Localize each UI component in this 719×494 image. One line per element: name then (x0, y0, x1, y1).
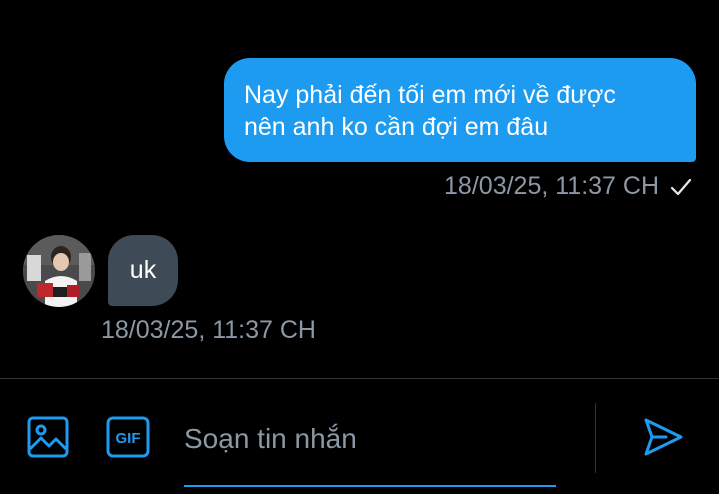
outgoing-message-line-2: nên anh ko cần đợi em đâu (244, 113, 549, 141)
incoming-message-text: uk (129, 256, 157, 284)
gif-label: GIF (116, 430, 141, 447)
message-thread: Nay phải đến tối em mới về được nên anh … (0, 0, 719, 378)
image-button[interactable] (26, 415, 70, 459)
gif-icon: GIF (106, 416, 150, 458)
check-icon (670, 178, 692, 195)
send-icon (644, 418, 683, 456)
outgoing-message-line-1: Nay phải đến tối em mới về được (244, 81, 616, 109)
outgoing-timestamp: 18/03/25, 11:37 CH (444, 172, 659, 200)
avatar-image (23, 235, 95, 307)
avatar[interactable] (23, 235, 95, 307)
outgoing-message-meta: 18/03/25, 11:37 CH (444, 172, 693, 201)
compose-input-wrapper (184, 409, 556, 487)
send-button[interactable] (641, 415, 685, 459)
incoming-timestamp: 18/03/25, 11:37 CH (101, 316, 316, 344)
composer-divider (595, 403, 596, 473)
image-icon (27, 416, 69, 458)
gif-button[interactable]: GIF (106, 415, 150, 459)
message-composer: GIF (0, 378, 719, 494)
outgoing-message-bubble[interactable]: Nay phải đến tối em mới về được nên anh … (224, 58, 696, 162)
compose-input[interactable] (184, 417, 556, 461)
incoming-message-bubble[interactable]: uk (108, 235, 178, 306)
